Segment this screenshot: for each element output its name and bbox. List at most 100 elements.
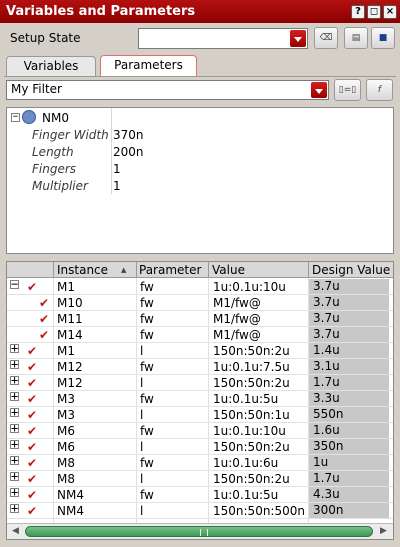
cell-parameter: l xyxy=(140,344,144,358)
checkbox-icon[interactable]: ✔ xyxy=(27,280,37,294)
header-instance[interactable]: Instance xyxy=(57,263,108,277)
property-row[interactable]: Finger Width 370n xyxy=(7,127,393,144)
cell-value[interactable]: 1u:0.1u:6u xyxy=(213,456,278,470)
expand-icon[interactable]: + xyxy=(10,406,19,418)
table-row[interactable]: ✔ M14 fw M1/fw@ 3.7u xyxy=(7,327,393,343)
checkbox-icon[interactable]: ✔ xyxy=(27,392,37,406)
filter-dropdown[interactable]: My Filter xyxy=(6,80,329,100)
cell-value[interactable]: 150n:50n:2u xyxy=(213,376,290,390)
tree-node[interactable]: − NM0 xyxy=(7,110,393,127)
expand-icon[interactable]: + xyxy=(10,390,19,402)
table-row[interactable]: + ✔ M1 l 150n:50n:2u 1.4u xyxy=(7,342,393,359)
cell-value[interactable]: 150n:50n:2u xyxy=(213,472,290,486)
cell-value[interactable]: 150n:50n:1u xyxy=(213,408,290,422)
cell-parameter: fw xyxy=(140,328,154,342)
scroll-right-icon[interactable]: ▶ xyxy=(380,526,387,536)
cell-value[interactable]: M1/fw@ xyxy=(213,312,261,326)
function-button[interactable]: f xyxy=(366,79,393,101)
cell-parameter: fw xyxy=(140,488,154,502)
save-disk-icon[interactable]: ■ xyxy=(371,27,395,49)
cell-design-value: 3.3u xyxy=(309,391,389,406)
collapse-icon[interactable]: − xyxy=(11,113,20,122)
table-row[interactable]: + ✔ M6 l 150n:50n:2u 350n xyxy=(7,438,393,455)
chevron-down-icon[interactable] xyxy=(290,30,306,47)
table-row[interactable]: + ✔ M8 l 150n:50n:2u 1.7u xyxy=(7,470,393,487)
chevron-down-icon[interactable] xyxy=(311,82,327,98)
checkbox-icon[interactable]: ✔ xyxy=(27,488,37,502)
tab-parameters[interactable]: Parameters xyxy=(100,55,197,76)
expand-icon[interactable]: + xyxy=(10,374,19,386)
cell-value[interactable]: 1u:0.1u:10u xyxy=(213,424,286,438)
delete-state-button[interactable]: ⌫ xyxy=(314,27,338,49)
table-row[interactable]: − ✔ M1 fw 1u:0.1u:10u 3.7u xyxy=(7,278,393,295)
cell-design-value: 550n xyxy=(309,407,389,422)
close-icon[interactable]: × xyxy=(383,5,397,19)
table-row[interactable]: + ✔ M12 l 150n:50n:2u 1.7u xyxy=(7,374,393,391)
checkbox-icon[interactable]: ✔ xyxy=(27,344,37,358)
property-row[interactable]: Multiplier 1 xyxy=(7,178,393,195)
cell-value[interactable]: M1/fw@ xyxy=(213,296,261,310)
property-tree: − NM0 Finger Width 370n Length 200n Fing… xyxy=(6,107,394,254)
cell-design-value: 3.7u xyxy=(309,279,389,294)
header-parameter[interactable]: Parameter xyxy=(139,263,201,277)
expand-icon[interactable]: + xyxy=(10,486,19,498)
restore-icon[interactable]: ◻ xyxy=(367,5,381,19)
tab-variables[interactable]: Variables xyxy=(6,56,96,76)
scroll-thumb[interactable] xyxy=(25,526,373,537)
sort-ascending-icon[interactable]: ▲ xyxy=(121,266,126,274)
collapse-icon[interactable]: − xyxy=(10,278,19,290)
checkbox-icon[interactable]: ✔ xyxy=(39,312,49,326)
header-design-value[interactable]: Design Value xyxy=(312,263,390,277)
table-row[interactable]: ✔ M11 fw M1/fw@ 3.7u xyxy=(7,311,393,327)
checkbox-icon[interactable]: ✔ xyxy=(27,504,37,518)
checkbox-icon[interactable]: ✔ xyxy=(27,376,37,390)
checkbox-icon[interactable]: ✔ xyxy=(39,296,49,310)
setup-state-dropdown[interactable] xyxy=(138,28,308,49)
property-row[interactable]: Fingers 1 xyxy=(7,161,393,178)
checkbox-icon[interactable]: ✔ xyxy=(27,440,37,454)
property-row[interactable]: Length 200n xyxy=(7,144,393,161)
checkbox-icon[interactable]: ✔ xyxy=(27,408,37,422)
checkbox-icon[interactable]: ✔ xyxy=(39,328,49,342)
horizontal-scrollbar[interactable]: ◀ ▶ xyxy=(7,523,393,539)
title-bar: Variables and Parameters ? ◻ × xyxy=(0,0,400,23)
cell-value[interactable]: 150n:50n:2u xyxy=(213,440,290,454)
help-icon[interactable]: ? xyxy=(351,5,365,19)
equal-filter-button[interactable]: ▯=▯ xyxy=(334,79,361,101)
cell-value[interactable]: 150n:50n:500n xyxy=(213,504,305,518)
expand-icon[interactable]: + xyxy=(10,422,19,434)
cell-parameter: fw xyxy=(140,312,154,326)
header-value[interactable]: Value xyxy=(212,263,245,277)
table-row[interactable]: + ✔ M8 fw 1u:0.1u:6u 1u xyxy=(7,454,393,471)
cell-value[interactable]: 1u:0.1u:7.5u xyxy=(213,360,290,374)
scroll-left-icon[interactable]: ◀ xyxy=(12,526,19,536)
cell-design-value: 4.3u xyxy=(309,487,389,502)
expand-icon[interactable]: + xyxy=(10,454,19,466)
cell-value[interactable]: 1u:0.1u:5u xyxy=(213,488,278,502)
expand-icon[interactable]: + xyxy=(10,470,19,482)
cell-value[interactable]: 150n:50n:2u xyxy=(213,344,290,358)
table-row[interactable]: ✔ M10 fw M1/fw@ 3.7u xyxy=(7,295,393,311)
cell-design-value: 3.7u xyxy=(309,327,389,342)
cell-value[interactable]: 1u:0.1u:10u xyxy=(213,280,286,294)
checkbox-icon[interactable]: ✔ xyxy=(27,360,37,374)
save-state-sdb-button[interactable]: ▤ xyxy=(344,27,368,49)
table-row[interactable]: + ✔ NM4 fw 1u:0.1u:5u 4.3u xyxy=(7,486,393,503)
cell-instance: M1 xyxy=(57,344,75,358)
expand-icon[interactable]: + xyxy=(10,438,19,450)
checkbox-icon[interactable]: ✔ xyxy=(27,472,37,486)
table-row[interactable]: + ✔ NM4 l 150n:50n:500n 300n xyxy=(7,502,393,519)
expand-icon[interactable]: + xyxy=(10,358,19,370)
table-row[interactable]: + ✔ M3 fw 1u:0.1u:5u 3.3u xyxy=(7,390,393,407)
cell-parameter: l xyxy=(140,472,144,486)
checkbox-icon[interactable]: ✔ xyxy=(27,456,37,470)
cell-design-value: 350n xyxy=(309,439,389,454)
cell-value[interactable]: 1u:0.1u:5u xyxy=(213,392,278,406)
table-row[interactable]: + ✔ M3 l 150n:50n:1u 550n xyxy=(7,406,393,423)
table-row[interactable]: + ✔ M12 fw 1u:0.1u:7.5u 3.1u xyxy=(7,358,393,375)
cell-value[interactable]: M1/fw@ xyxy=(213,328,261,342)
expand-icon[interactable]: + xyxy=(10,342,19,354)
checkbox-icon[interactable]: ✔ xyxy=(27,424,37,438)
expand-icon[interactable]: + xyxy=(10,502,19,514)
table-row[interactable]: + ✔ M6 fw 1u:0.1u:10u 1.6u xyxy=(7,422,393,439)
